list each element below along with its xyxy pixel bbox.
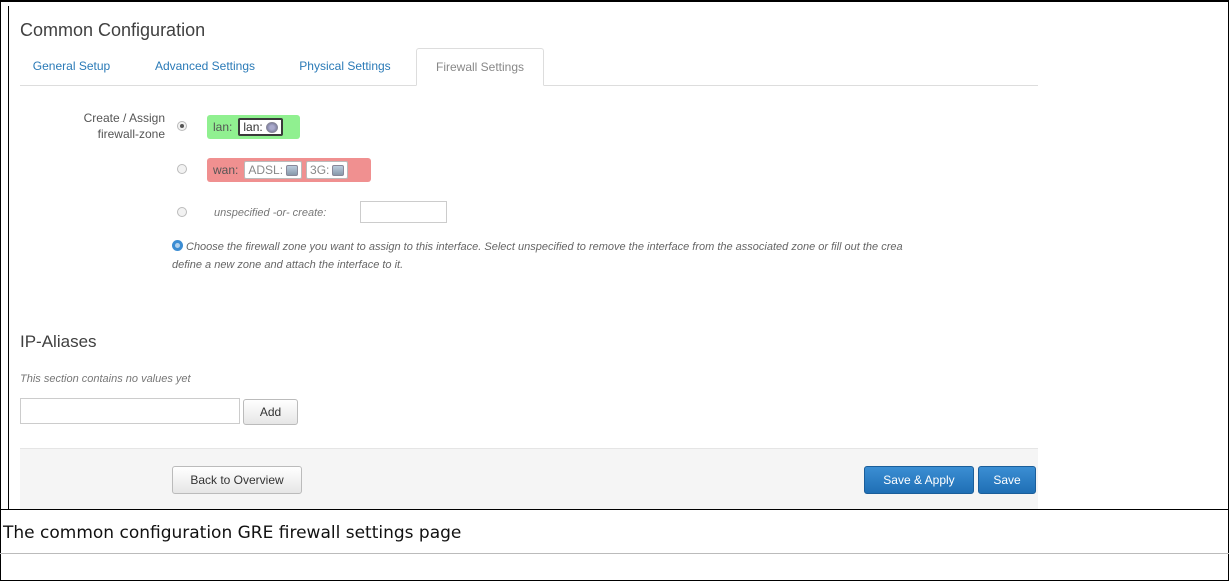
zone-name-lan: lan:: [213, 120, 233, 134]
figure-caption: The common configuration GRE firewall se…: [3, 523, 462, 543]
network-badge-lan: lan:: [238, 118, 283, 136]
save-apply-button[interactable]: Save & Apply: [864, 466, 974, 494]
create-zone-input[interactable]: [360, 201, 447, 223]
radio-zone-lan[interactable]: [177, 121, 187, 131]
ip-alias-input[interactable]: [20, 398, 240, 424]
ip-aliases-empty-text: This section contains no values yet: [20, 373, 191, 385]
network-label-adsl: ADSL:: [248, 163, 284, 177]
radio-zone-wan[interactable]: [177, 164, 187, 174]
bottom-divider: [0, 553, 1229, 554]
tab-firewall-settings[interactable]: Firewall Settings: [416, 48, 544, 86]
screenshot-left-border: [8, 6, 9, 510]
tab-advanced-settings[interactable]: Advanced Settings: [140, 48, 270, 84]
zone-badge-lan[interactable]: lan: lan:: [207, 115, 300, 139]
section-title: Common Configuration: [20, 20, 206, 40]
back-to-overview-button[interactable]: Back to Overview: [172, 466, 302, 494]
help-text: Choose the firewall zone you want to ass…: [172, 238, 1038, 274]
tab-general-setup[interactable]: General Setup: [20, 48, 123, 84]
unspecified-label: unspecified -or- create:: [214, 207, 327, 219]
network-label-3g: 3G:: [310, 163, 330, 177]
network-label-lan: lan:: [243, 120, 263, 134]
caption-divider: [0, 509, 1229, 510]
add-button[interactable]: Add: [243, 399, 298, 425]
save-button[interactable]: Save: [978, 466, 1036, 494]
network-badge-3g: 3G:: [306, 161, 349, 179]
zone-name-wan: wan:: [213, 163, 239, 177]
network-icon: [265, 121, 278, 133]
help-text-line2: define a new zone and attach the interfa…: [172, 259, 404, 271]
tab-bar: General Setup Advanced Settings Physical…: [20, 48, 1038, 86]
zone-badge-wan[interactable]: wan: ADSL: 3G:: [207, 158, 371, 182]
tab-physical-settings[interactable]: Physical Settings: [286, 48, 404, 84]
ip-aliases-title: IP-Aliases: [20, 332, 97, 351]
ethernet-icon: [332, 164, 345, 176]
help-text-line1: Choose the firewall zone you want to ass…: [186, 241, 903, 253]
radio-zone-unspecified[interactable]: [177, 207, 187, 217]
network-badge-adsl: ADSL:: [244, 161, 303, 179]
firewall-zone-label: Create / Assign firewall-zone: [83, 111, 165, 141]
ethernet-icon: [286, 164, 299, 176]
